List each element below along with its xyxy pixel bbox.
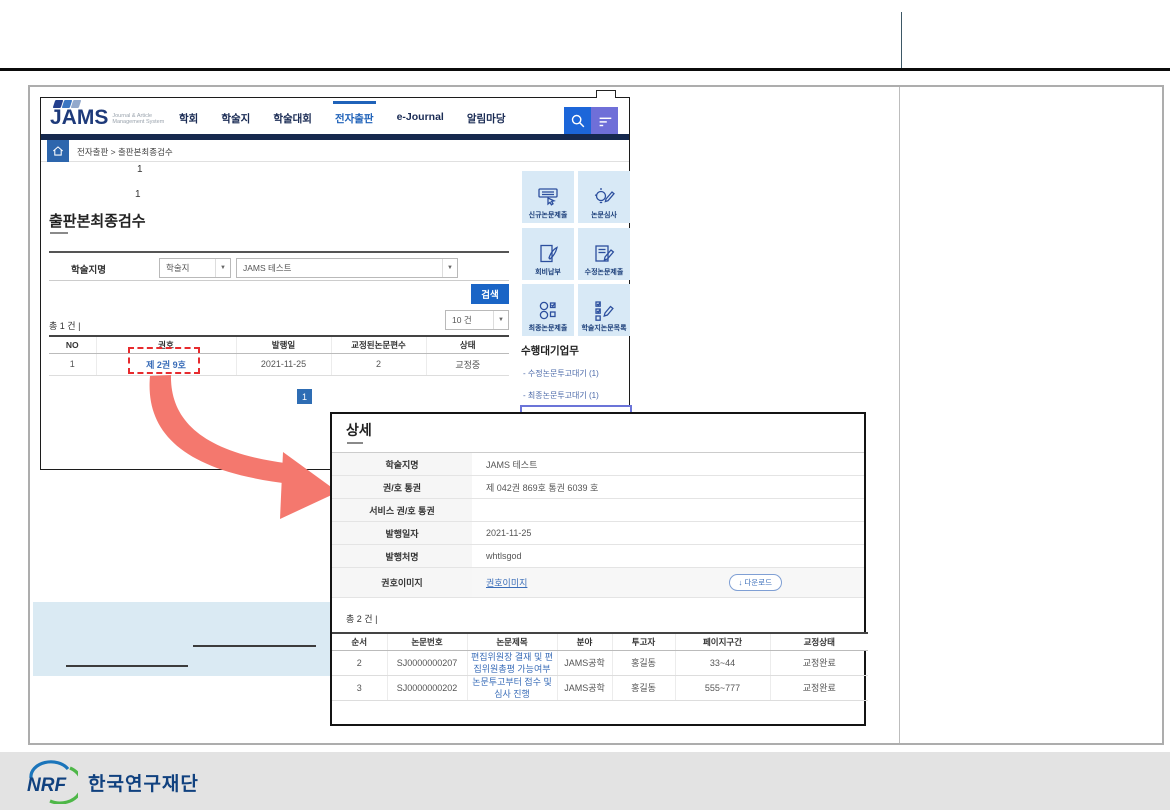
nrf-org-name: 한국연구재단 bbox=[88, 769, 199, 796]
nrf-mark-icon: NRF bbox=[26, 760, 78, 804]
col-field: 분야 bbox=[557, 633, 612, 650]
content-frame-divider bbox=[899, 87, 900, 743]
field-label-cover-image: 권호이미지 bbox=[332, 568, 472, 597]
manual-page: { "annotations": { "step1": "1", "step2"… bbox=[0, 0, 1170, 810]
jams-logo-diamonds-icon bbox=[54, 100, 164, 108]
search-button[interactable]: 검색 bbox=[471, 284, 509, 304]
tile-fee-payment[interactable]: 회비납부 bbox=[522, 228, 574, 280]
col-date: 발행일 bbox=[236, 336, 331, 353]
pending-tasks-title: 수행대기업무 bbox=[521, 343, 579, 358]
tile-journal-article-list[interactable]: 학술지논문목록 bbox=[578, 284, 630, 336]
window-notch bbox=[596, 90, 616, 98]
main-menu: 학회 학술지 학술대회 전자출판 e-Journal 알림마당 bbox=[179, 111, 506, 126]
cell-no: 1 bbox=[49, 353, 96, 375]
page-title: 출판본최종검수 bbox=[49, 210, 146, 231]
annotation-step-1a: 1 bbox=[137, 164, 143, 175]
popup-list-total: 총 2 건 | bbox=[346, 612, 377, 625]
pending-revised-link[interactable]: - 수정논문투고대기 (1) bbox=[523, 368, 599, 379]
top-horizontal-rule bbox=[0, 68, 1170, 71]
chevron-down-icon: ▼ bbox=[493, 311, 508, 329]
checklist-pencil-icon bbox=[591, 298, 617, 322]
field-value-publish-date: 2021-11-25 bbox=[472, 522, 864, 544]
table-row: 3 SJ0000000202 논문투고부터 접수 및 심사 진행 JAMS공학 … bbox=[332, 675, 868, 700]
page-size-select[interactable]: 10 건 ▼ bbox=[445, 310, 509, 330]
jams-logo-text: JAMS bbox=[50, 108, 108, 128]
field-label-service-volume: 서비스 권/호 통권 bbox=[332, 499, 472, 521]
menu-journal[interactable]: 학술지 bbox=[221, 111, 250, 126]
menu-ejournal[interactable]: e-Journal bbox=[397, 111, 444, 126]
field-label-volume: 권/호 통권 bbox=[332, 476, 472, 498]
field-value-journal: JAMS 테스트 bbox=[472, 453, 864, 475]
breadcrumb-path[interactable]: 전자출판 > 출판본최종검수 bbox=[77, 146, 173, 158]
cell-status: 교정중 bbox=[426, 353, 509, 375]
search-form: 학술지명 학술지 ▼ JAMS 테스트 ▼ bbox=[49, 251, 509, 281]
article-title-link[interactable]: 편집위원장 결재 및 편집위원총평 가능여부 bbox=[468, 651, 557, 675]
svg-text:NRF: NRF bbox=[27, 775, 67, 796]
tile-review[interactable]: 논문심사 bbox=[578, 171, 630, 223]
table-column-divider-top bbox=[901, 12, 902, 68]
jams-logo-subtitle2: Management System bbox=[112, 119, 164, 125]
col-article-title: 논문제목 bbox=[467, 633, 557, 650]
annotation-line-2 bbox=[66, 665, 188, 667]
menu-epublish[interactable]: 전자출판 bbox=[335, 111, 374, 126]
annotation-line-1 bbox=[193, 645, 316, 647]
table-row: 2 SJ0000000207 편집위원장 결재 및 편집위원총평 가능여부 JA… bbox=[332, 650, 868, 675]
field-label-publisher: 발행처명 bbox=[332, 545, 472, 567]
menu-conference[interactable]: 학술대회 bbox=[273, 111, 312, 126]
field-label-publish-date: 발행일자 bbox=[332, 522, 472, 544]
menu-society[interactable]: 학회 bbox=[179, 111, 198, 126]
page-title-underline bbox=[50, 232, 68, 234]
breadcrumb: 전자출판 > 출판본최종검수 bbox=[41, 140, 629, 162]
col-page-range: 페이지구간 bbox=[675, 633, 770, 650]
pending-final-link[interactable]: - 최종논문투고대기 (1) bbox=[523, 390, 599, 401]
tile-final-submission[interactable]: 최종논문제출 bbox=[522, 284, 574, 336]
article-title-link[interactable]: 논문투고부터 접수 및 심사 진행 bbox=[468, 676, 557, 700]
menu-filter-icon[interactable] bbox=[591, 107, 618, 134]
col-author: 투고자 bbox=[612, 633, 675, 650]
keyboard-hand-icon bbox=[535, 185, 561, 209]
popup-title-underline bbox=[347, 442, 363, 444]
field-value-service-volume bbox=[472, 499, 864, 521]
col-article-no: 논문번호 bbox=[387, 633, 467, 650]
article-list-table: 순서 논문번호 논문제목 분야 투고자 페이지구간 교정상태 2 SJ00000… bbox=[332, 632, 864, 701]
faces-check-icon bbox=[535, 298, 561, 322]
chevron-down-icon: ▼ bbox=[215, 259, 230, 277]
col-corrected-count: 교정된논문편수 bbox=[331, 336, 426, 353]
detail-table: 학술지명 JAMS 테스트 권/호 통권 제 042권 869호 통권 6039… bbox=[332, 452, 864, 598]
tile-revised-submission[interactable]: 수정논문제출 bbox=[578, 228, 630, 280]
field-value-volume: 제 042권 869호 통권 6039 호 bbox=[472, 476, 864, 498]
download-button[interactable]: ↓ 다운로드 bbox=[729, 574, 782, 591]
bulb-pencil-icon bbox=[591, 185, 617, 209]
nrf-logo: NRF 한국연구재단 bbox=[26, 760, 199, 804]
doc-pencil-icon bbox=[591, 242, 617, 266]
popup-title: 상세 bbox=[346, 420, 372, 440]
jams-logo[interactable]: JAMS Journal & Article Management System bbox=[50, 100, 164, 128]
tile-new-submission[interactable]: 신규논문제출 bbox=[522, 171, 574, 223]
col-no: NO bbox=[49, 336, 96, 353]
journal-select[interactable]: JAMS 테스트 ▼ bbox=[236, 258, 458, 278]
field-value-publisher: whtlsgod bbox=[472, 545, 864, 567]
menu-notice[interactable]: 알림마당 bbox=[467, 111, 506, 126]
doc-feather-icon bbox=[535, 242, 561, 266]
detail-popup: 상세 학술지명 JAMS 테스트 권/호 통권 제 042권 869호 통권 6… bbox=[330, 412, 866, 726]
chevron-down-icon: ▼ bbox=[442, 259, 457, 277]
col-status: 상태 bbox=[426, 336, 509, 353]
col-correction-status: 교정상태 bbox=[770, 633, 868, 650]
field-label-journal: 학술지명 bbox=[332, 453, 472, 475]
jams-header: JAMS Journal & Article Management System… bbox=[41, 98, 629, 134]
search-icon[interactable] bbox=[564, 107, 591, 134]
annotation-arrow bbox=[140, 370, 350, 525]
list-total: 총 1 건 | bbox=[49, 319, 80, 332]
col-order: 순서 bbox=[332, 633, 387, 650]
cover-image-link[interactable]: 권호이미지 bbox=[486, 576, 527, 589]
journal-type-select[interactable]: 학술지 ▼ bbox=[159, 258, 231, 278]
annotation-step-1b: 1 bbox=[135, 189, 141, 200]
journal-name-label: 학술지명 bbox=[71, 262, 106, 276]
home-icon[interactable] bbox=[47, 140, 69, 162]
